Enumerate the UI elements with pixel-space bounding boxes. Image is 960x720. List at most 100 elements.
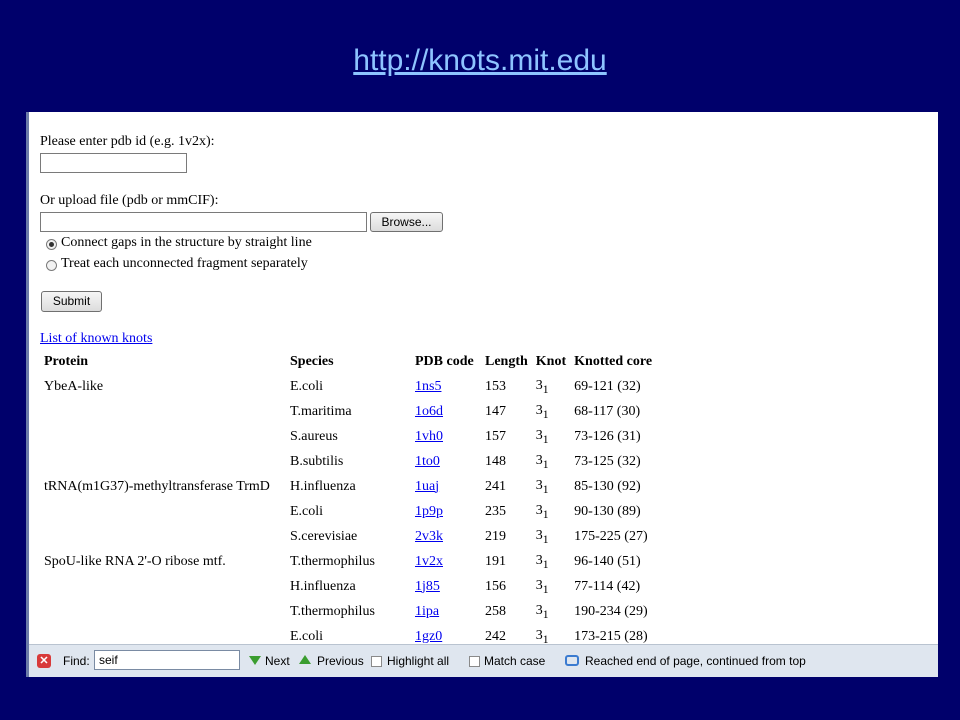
table-body: YbeA-like E.coli 1ns5 153 31 69-121 (32) T.mar… (40, 374, 656, 649)
highlight-all-icon[interactable] (371, 656, 382, 667)
highlight-all-button[interactable]: Highlight all (387, 654, 449, 668)
cell-length: 241 (485, 478, 506, 494)
pdb-link[interactable]: 1ipa (415, 604, 439, 619)
close-icon[interactable]: ✕ (37, 654, 51, 668)
cell-pdb-code: 1uaj (411, 474, 481, 499)
cell-species: H.influenza (290, 478, 356, 494)
cell-knot: 31 (532, 524, 570, 549)
radio-separate-label: Treat each unconnected fragment separate… (61, 256, 308, 271)
table-row: SpoU-like RNA 2'-O ribose mtf. T.thermoph… (40, 549, 656, 574)
cell-species: T.maritima (290, 403, 352, 419)
cell-pdb-code: 1ipa (411, 599, 481, 624)
knot-type: 3 (535, 402, 543, 418)
cell-knotted-core: 77-114 (42) (574, 578, 641, 594)
cell-protein (40, 574, 286, 599)
cell-knotted-core: 73-126 (31) (574, 428, 641, 444)
pdb-link[interactable]: 1uaj (415, 479, 439, 494)
pdb-id-input[interactable] (40, 153, 187, 173)
table-row: H.influenza 1j85 156 31 77-114 (42) (40, 574, 656, 599)
pdb-link[interactable]: 1vh0 (415, 429, 443, 444)
cell-protein (40, 424, 286, 449)
cell-protein: SpoU-like RNA 2'-O ribose mtf. (44, 553, 226, 569)
radio-separate-fragments[interactable] (46, 260, 57, 271)
cell-knotted-core: 73-125 (32) (574, 453, 641, 469)
radio-connect-label: Connect gaps in the structure by straigh… (61, 235, 312, 250)
cell-protein (40, 399, 286, 424)
cell-knotted-core: 69-121 (32) (574, 378, 641, 394)
find-status-text: Reached end of page, continued from top (585, 654, 806, 668)
cell-knot: 31 (532, 499, 570, 524)
pdb-link[interactable]: 1p9p (415, 504, 443, 519)
pdb-link[interactable]: 1to0 (415, 454, 440, 469)
pdb-link[interactable]: 2v3k (415, 529, 443, 544)
cell-pdb-code: 1v2x (411, 549, 481, 574)
cell-length: 157 (485, 428, 506, 444)
knot-subscript: 1 (542, 382, 549, 396)
knot-subscript: 1 (542, 507, 549, 521)
match-case-label[interactable]: Match case (484, 654, 545, 668)
knot-type: 3 (535, 627, 543, 643)
pdb-link[interactable]: 1v2x (415, 554, 443, 569)
table-row: S.cerevisiae 2v3k 219 31 175-225 (27) (40, 524, 656, 549)
knot-subscript: 1 (542, 582, 549, 596)
cell-knot: 31 (532, 549, 570, 574)
cell-pdb-code: 2v3k (411, 524, 481, 549)
wrap-around-icon (565, 655, 579, 666)
match-case-checkbox[interactable] (469, 656, 480, 667)
table-row: E.coli 1p9p 235 31 90-130 (89) (40, 499, 656, 524)
cell-protein (40, 599, 286, 624)
table-row: T.thermophilus 1ipa 258 31 190-234 (29) (40, 599, 656, 624)
knot-type: 3 (535, 427, 543, 443)
knot-subscript: 1 (542, 607, 549, 621)
knot-type: 3 (535, 502, 543, 518)
cell-knot: 31 (532, 574, 570, 599)
cell-length: 235 (485, 503, 506, 519)
find-input[interactable] (94, 650, 240, 670)
cell-knotted-core: 68-117 (30) (574, 403, 641, 419)
knot-type: 3 (535, 377, 543, 393)
next-arrow-icon[interactable] (249, 656, 261, 665)
next-button[interactable]: Next (265, 654, 290, 668)
cell-pdb-code: 1j85 (411, 574, 481, 599)
cell-length: 148 (485, 453, 506, 469)
knot-type: 3 (535, 527, 543, 543)
previous-button[interactable]: Previous (317, 654, 364, 668)
knot-subscript: 1 (542, 407, 549, 421)
pdb-link[interactable]: 1j85 (415, 579, 440, 594)
cell-length: 156 (485, 578, 506, 594)
submit-button[interactable]: Submit (41, 291, 102, 312)
pdb-link[interactable]: 1o6d (415, 404, 443, 419)
file-path-input[interactable] (40, 212, 367, 232)
pdb-link[interactable]: 1gz0 (415, 629, 442, 644)
slide-url-title[interactable]: http://knots.mit.edu (0, 44, 960, 78)
pdb-link[interactable]: 1ns5 (415, 379, 441, 394)
pdb-id-label: Please enter pdb id (e.g. 1v2x): (40, 134, 215, 149)
cell-knotted-core: 90-130 (89) (574, 503, 641, 519)
previous-arrow-icon[interactable] (299, 655, 311, 664)
cell-length: 147 (485, 403, 506, 419)
cell-species: T.thermophilus (290, 553, 375, 569)
knot-type: 3 (535, 552, 543, 568)
table-row: T.maritima 1o6d 147 31 68-117 (30) (40, 399, 656, 424)
find-label: Find: (63, 654, 90, 668)
browse-button[interactable]: Browse... (370, 212, 443, 232)
radio-connect-gaps[interactable] (46, 239, 57, 250)
cell-species: T.thermophilus (290, 603, 375, 619)
browser-screenshot: Please enter pdb id (e.g. 1v2x): Or uplo… (26, 112, 938, 677)
knot-type: 3 (535, 602, 543, 618)
cell-species: S.aureus (290, 428, 338, 444)
cell-knot: 31 (532, 599, 570, 624)
cell-length: 219 (485, 528, 506, 544)
cell-protein (40, 499, 286, 524)
cell-knotted-core: 96-140 (51) (574, 553, 641, 569)
cell-knot: 31 (532, 424, 570, 449)
header-protein: Protein (44, 354, 89, 369)
cell-pdb-code: 1ns5 (411, 374, 481, 399)
cell-protein: YbeA-like (44, 378, 104, 394)
find-bar: ✕ Find: Next Previous Highlight all Matc… (29, 644, 938, 677)
cell-species: B.subtilis (290, 453, 344, 469)
header-knot: Knot (535, 354, 567, 369)
cell-species: E.coli (290, 503, 324, 519)
known-knots-link[interactable]: List of known knots (40, 331, 152, 347)
knot-subscript: 1 (542, 532, 549, 546)
